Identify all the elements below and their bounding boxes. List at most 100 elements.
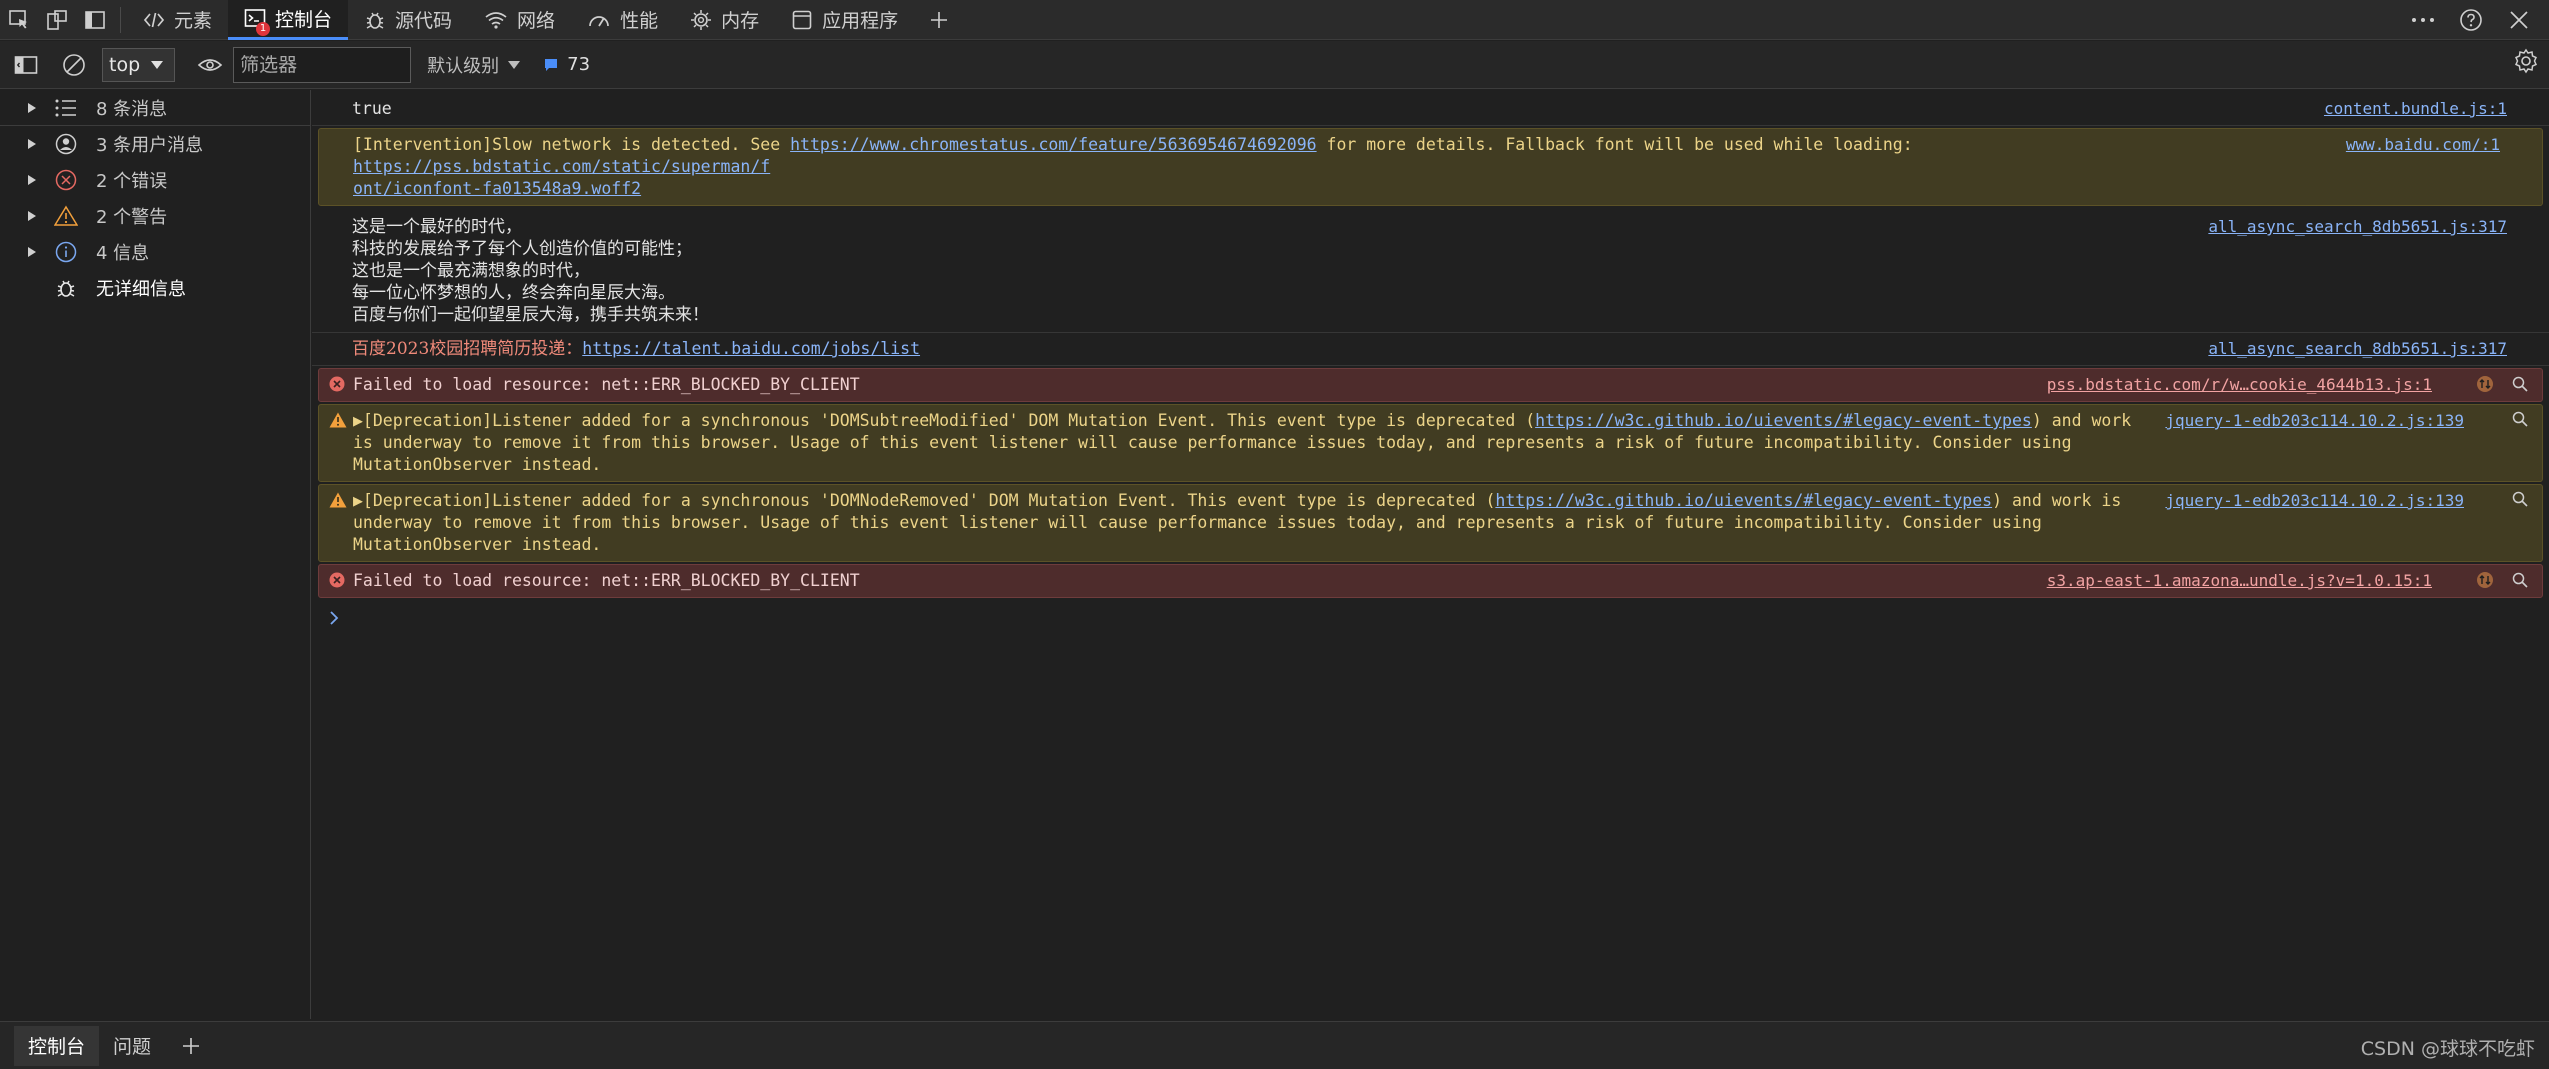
- source-link[interactable]: all_async_search_8db5651.js:317: [2208, 216, 2507, 238]
- tab-label: 网络: [517, 10, 556, 32]
- tab-elements[interactable]: 元素: [127, 0, 228, 40]
- add-tab-icon[interactable]: [920, 0, 958, 40]
- source-link[interactable]: www.baidu.com/:1: [2346, 134, 2500, 156]
- source-link[interactable]: pss.bdstatic.com/r/w…cookie_4644b13.js:1: [2047, 374, 2432, 396]
- message-line: 每一位心怀梦想的人，终会奔向星辰大海。: [352, 283, 675, 303]
- sidebar-item-user-messages[interactable]: 3 条用户消息: [0, 126, 310, 162]
- wifi-icon: [485, 11, 507, 29]
- issue-count-value: 73: [567, 54, 591, 75]
- divider: [120, 6, 121, 33]
- search-icon[interactable]: [2512, 376, 2528, 398]
- warning-icon: [329, 492, 347, 514]
- console-error-message: Failed to load resource: net::ERR_BLOCKE…: [318, 368, 2543, 402]
- filter-input[interactable]: [233, 46, 412, 83]
- tab-label: 源代码: [395, 10, 453, 32]
- tab-label: 元素: [174, 10, 213, 32]
- sidebar-item-verbose[interactable]: 无详细信息: [0, 270, 310, 306]
- inspect-element-icon[interactable]: [0, 0, 38, 40]
- chip-icon: [691, 9, 712, 30]
- drawer-tab-console[interactable]: 控制台: [14, 1025, 100, 1066]
- console-warning-message: ▶[Deprecation]Listener added for a synch…: [318, 404, 2543, 482]
- warning-icon: [329, 412, 347, 434]
- source-link[interactable]: jquery-1-edb203c114.10.2.js:139: [2165, 410, 2464, 432]
- expand-triangle-icon[interactable]: [18, 174, 46, 186]
- tab-performance[interactable]: 性能: [571, 0, 674, 40]
- warning-icon: [46, 205, 86, 227]
- tab-sources[interactable]: 源代码: [348, 0, 468, 40]
- console-intervention-message: [Intervention]Slow network is detected. …: [318, 128, 2543, 206]
- console-prompt-row[interactable]: [312, 600, 2549, 640]
- bug-icon: [366, 12, 384, 29]
- source-link[interactable]: content.bundle.js:1: [2324, 98, 2507, 120]
- tab-label: 控制台: [275, 8, 333, 31]
- log-level-value: 默认级别: [427, 55, 500, 77]
- message-link[interactable]: ont/iconfont-fa013548a9.woff2: [353, 179, 641, 198]
- search-icon[interactable]: [2512, 411, 2528, 433]
- expand-triangle-icon[interactable]: [18, 246, 46, 258]
- help-icon[interactable]: [2449, 0, 2493, 40]
- message-text: Failed to load resource: net::ERR_BLOCKE…: [353, 375, 860, 394]
- expand-triangle-icon[interactable]: [18, 102, 46, 114]
- network-request-icon[interactable]: [2476, 375, 2494, 399]
- sidebar-item-info[interactable]: 4 信息: [0, 234, 310, 270]
- settings-gear-icon[interactable]: [2513, 48, 2539, 74]
- tab-network[interactable]: 网络: [468, 0, 571, 40]
- context-value: top: [109, 53, 141, 76]
- console-toolbar: top 默认级别 73: [0, 41, 2549, 89]
- console-warning-message: ▶[Deprecation]Listener added for a synch…: [318, 484, 2543, 562]
- tab-application[interactable]: 应用程序: [775, 0, 914, 40]
- message-link[interactable]: https://w3c.github.io/uievents/#legacy-e…: [1535, 411, 2032, 430]
- watermark: CSDN @球球不吃虾: [2360, 1038, 2535, 1060]
- message-link[interactable]: https://w3c.github.io/uievents/#legacy-e…: [1495, 491, 1992, 510]
- message-link[interactable]: https://pss.bdstatic.com/static/superman…: [353, 157, 770, 176]
- add-drawer-tab-icon[interactable]: [171, 1036, 211, 1056]
- message-text: true: [352, 99, 392, 118]
- sidebar-item-errors[interactable]: 2 个错误: [0, 162, 310, 198]
- code-icon: [143, 12, 165, 27]
- device-emulation-icon[interactable]: [38, 0, 76, 40]
- context-select[interactable]: top: [102, 47, 176, 82]
- gauge-icon: [589, 15, 609, 26]
- sidebar-item-label: 8 条消息: [96, 98, 168, 120]
- error-icon: [329, 376, 345, 398]
- dock-toggle-icon[interactable]: [76, 0, 114, 40]
- search-icon[interactable]: [2512, 491, 2528, 513]
- message-link[interactable]: https://www.chromestatus.com/feature/563…: [790, 135, 1317, 154]
- console-message: true content.bundle.js:1: [312, 90, 2549, 126]
- window-controls: [2401, 0, 2541, 40]
- devtools-tab-bar: 元素 1 控制台 源代码 网络 性能 内存 应用程序: [0, 0, 2549, 40]
- message-line: 科技的发展给予了每个人创造价值的可能性；: [352, 239, 692, 259]
- more-options-icon[interactable]: [2401, 0, 2445, 40]
- close-icon[interactable]: [2497, 0, 2541, 40]
- sidebar-toggle-icon[interactable]: [14, 54, 38, 75]
- issues-counter[interactable]: 73: [543, 54, 590, 75]
- source-link[interactable]: s3.ap-east-1.amazona…undle.js?v=1.0.15:1: [2047, 570, 2432, 592]
- sidebar-item-messages[interactable]: 8 条消息: [0, 90, 310, 126]
- expand-triangle-icon[interactable]: [18, 210, 46, 222]
- sidebar-item-label: 无详细信息: [96, 279, 186, 300]
- live-expression-icon[interactable]: [197, 54, 223, 75]
- expand-triangle-icon[interactable]: [18, 138, 46, 150]
- bug-icon: [46, 277, 86, 299]
- clear-console-icon[interactable]: [62, 53, 86, 77]
- message-line: 百度与你们一起仰望星辰大海，携手共筑未来！: [352, 305, 709, 325]
- tab-label: 内存: [721, 10, 760, 32]
- source-link[interactable]: jquery-1-edb203c114.10.2.js:139: [2165, 490, 2464, 512]
- source-link[interactable]: all_async_search_8db5651.js:317: [2208, 338, 2507, 360]
- message-text: Failed to load resource: net::ERR_BLOCKE…: [353, 571, 860, 590]
- tab-console[interactable]: 1 控制台: [228, 0, 349, 40]
- message-line: 这也是一个最充满想象的时代，: [352, 261, 590, 281]
- error-icon: [329, 572, 345, 594]
- sidebar-item-label: 4 信息: [96, 243, 150, 264]
- network-request-icon[interactable]: [2476, 571, 2494, 595]
- message-link[interactable]: https://talent.baidu.com/jobs/list: [582, 339, 920, 358]
- search-icon[interactable]: [2512, 572, 2528, 594]
- sidebar-item-warnings[interactable]: 2 个警告: [0, 198, 310, 234]
- tab-label: 应用程序: [822, 10, 899, 32]
- message-line: 这是一个最好的时代，: [352, 217, 522, 237]
- tab-memory[interactable]: 内存: [674, 0, 775, 40]
- chevron-down-icon: [508, 60, 521, 69]
- log-level-select[interactable]: 默认级别: [427, 52, 521, 78]
- console-message: 这是一个最好的时代， 科技的发展给予了每个人创造价值的可能性； 这也是一个最充满…: [312, 208, 2549, 333]
- drawer-tab-issues[interactable]: 问题: [99, 1026, 165, 1066]
